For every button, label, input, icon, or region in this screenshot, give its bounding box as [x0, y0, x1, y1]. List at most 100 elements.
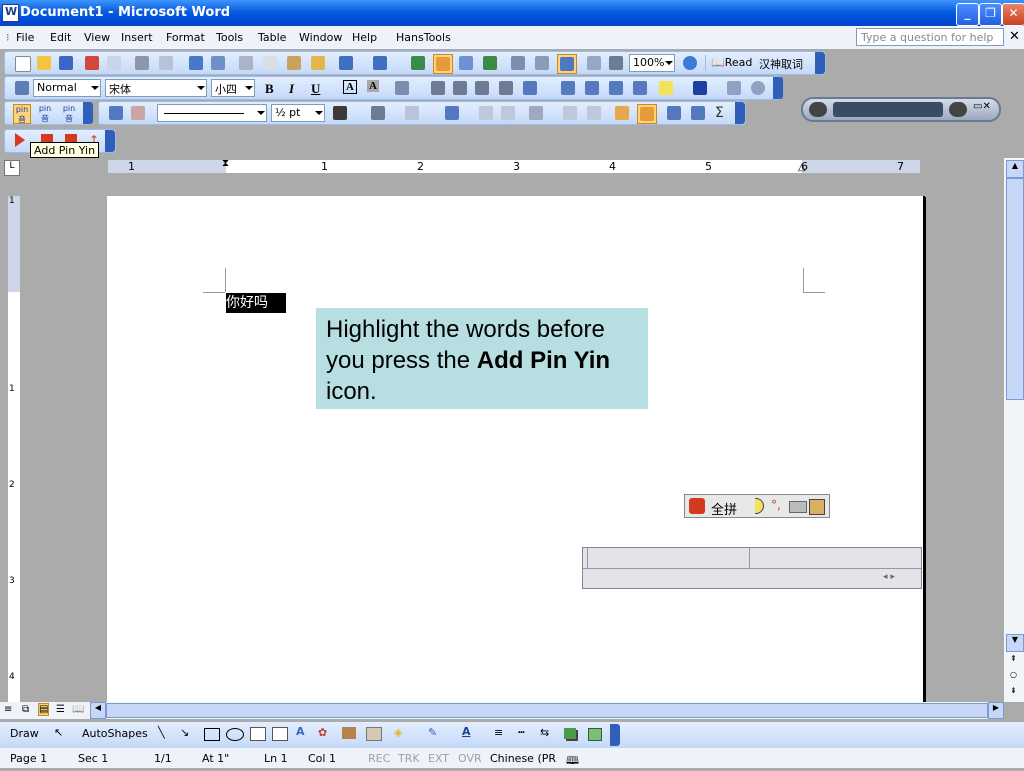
menu-tools[interactable]: Tools [216, 31, 243, 44]
toolbar-options-button[interactable] [83, 102, 93, 124]
scroll-right-button[interactable]: ▶ [988, 702, 1004, 719]
split-cells-button[interactable] [499, 104, 517, 122]
pinyin-button-2[interactable]: pin 音 [37, 104, 53, 124]
language-bar-icon[interactable] [809, 102, 827, 117]
minimize-language-bar-icon[interactable]: ▭✕ [973, 101, 991, 112]
ime-logo-icon[interactable] [689, 498, 705, 514]
open-button[interactable] [35, 54, 53, 72]
menu-hanstools[interactable]: HansTools [396, 31, 451, 44]
keyboard-icon[interactable] [789, 501, 807, 513]
line-spacing-button[interactable] [521, 79, 539, 97]
read-button[interactable]: 📖Read [711, 56, 752, 69]
reading-layout-button[interactable] [585, 54, 603, 72]
document-map-button[interactable] [557, 54, 577, 74]
vertical-ruler[interactable]: 1 1 2 3 4 [0, 178, 26, 702]
shading-color-button[interactable] [403, 104, 421, 122]
status-ovr[interactable]: OVR [458, 752, 482, 765]
language-tools-strip[interactable] [833, 102, 943, 117]
center-button[interactable] [451, 79, 469, 97]
menu-file[interactable]: File [16, 31, 34, 44]
ime-mode-label[interactable]: 全拼 [711, 499, 737, 518]
zoom-dropdown[interactable]: 100% [629, 54, 675, 72]
sort-ascending-button[interactable] [665, 104, 683, 122]
draw-table-button[interactable] [107, 104, 125, 122]
panel-scroll-arrows[interactable]: ◂ ▸ [883, 572, 895, 582]
research-button[interactable] [209, 54, 227, 72]
menu-window[interactable]: Window [299, 31, 342, 44]
italic-button[interactable]: I [289, 81, 294, 97]
align-right-button[interactable] [473, 79, 491, 97]
punctuation-icon[interactable]: °, [771, 498, 781, 512]
styles-pane-button[interactable] [13, 79, 31, 97]
table-autoformat-button[interactable] [613, 104, 631, 122]
diagram-icon[interactable]: ✿ [318, 726, 327, 739]
line-style-dropdown[interactable] [157, 104, 267, 122]
oval-tool-icon[interactable] [226, 728, 244, 741]
wordart-icon[interactable]: A [296, 725, 305, 738]
distribute-columns-button[interactable] [585, 104, 603, 122]
font-color-button[interactable] [691, 79, 709, 97]
tab-selector[interactable]: L [4, 160, 20, 176]
draw-menu-button[interactable]: Draw [10, 727, 39, 740]
line-tool-icon[interactable]: ╲ [158, 726, 165, 739]
email-button[interactable] [105, 54, 123, 72]
new-document-button[interactable] [13, 54, 31, 72]
print-button[interactable] [133, 54, 151, 72]
minimize-button[interactable]: _ [956, 3, 979, 26]
web-layout-icon[interactable]: ⧉ [22, 704, 29, 715]
increase-indent-button[interactable] [631, 79, 649, 97]
decrease-indent-button[interactable] [607, 79, 625, 97]
enclose-characters-button[interactable] [749, 79, 767, 97]
right-indent-marker[interactable]: △ [798, 162, 806, 173]
hyperlink-button[interactable] [409, 54, 427, 72]
pinyin-tool-2-button[interactable] [41, 134, 53, 142]
menu-edit[interactable]: Edit [50, 31, 71, 44]
eraser-button[interactable] [129, 104, 147, 122]
menu-format[interactable]: Format [166, 31, 205, 44]
reading-layout-icon[interactable]: 📖 [72, 704, 84, 715]
document-page[interactable]: 你好吗 [107, 196, 925, 716]
menubar-grip[interactable]: ⁝ [6, 31, 10, 44]
outline-view-icon[interactable]: ☰ [56, 704, 65, 715]
status-ext[interactable]: EXT [428, 752, 449, 765]
tables-borders-button[interactable] [433, 54, 453, 74]
fill-color-icon[interactable]: ◈ [394, 726, 402, 739]
distributed-button[interactable] [497, 79, 515, 97]
insert-table-dd-button[interactable] [443, 104, 461, 122]
paste-button[interactable] [285, 54, 303, 72]
autoshapes-menu-button[interactable]: AutoShapes [82, 727, 148, 740]
spelling-status-icon[interactable]: 🕮 [566, 752, 579, 771]
toolbar-options-button[interactable] [105, 130, 115, 152]
help-search-input[interactable]: Type a question for help [856, 28, 1004, 46]
select-objects-icon[interactable]: ↖ [54, 726, 63, 739]
hanshen-quci-button[interactable]: 汉神取词 [759, 56, 803, 72]
close-button[interactable]: ✕ [1002, 3, 1024, 26]
status-rec[interactable]: REC [368, 752, 390, 765]
print-preview-button[interactable] [157, 54, 175, 72]
style-dropdown[interactable]: Normal [33, 79, 101, 97]
character-border-button[interactable]: A [343, 80, 357, 94]
insert-excel-button[interactable] [481, 54, 499, 72]
scroll-left-button[interactable]: ◀ [90, 702, 106, 719]
restore-button[interactable]: ❐ [979, 3, 1002, 26]
font-color-icon[interactable]: A [462, 725, 471, 738]
horizontal-ruler[interactable]: L 1 1 2 3 4 5 6 7 ⧗ △ [4, 158, 1004, 176]
show-hide-button[interactable] [607, 54, 625, 72]
textbox-tool-icon[interactable] [250, 727, 266, 741]
toolbar-options-button[interactable] [735, 102, 745, 124]
copy-button[interactable] [261, 54, 279, 72]
columns-button[interactable] [509, 54, 527, 72]
align-left-button[interactable] [429, 79, 447, 97]
font-dropdown[interactable]: 宋体 [105, 79, 207, 97]
save-button[interactable] [57, 54, 75, 72]
menu-table[interactable]: Table [258, 31, 286, 44]
status-trk[interactable]: TRK [398, 752, 420, 765]
character-scaling-button[interactable] [393, 79, 411, 97]
picture-icon[interactable] [366, 727, 382, 741]
pinyin-button-3[interactable]: pin 音 [61, 104, 77, 124]
line-weight-dropdown[interactable]: ½ pt [271, 104, 325, 122]
shadow-style-icon[interactable] [564, 728, 576, 739]
clipart-icon[interactable] [342, 727, 356, 739]
rectangle-tool-icon[interactable] [204, 728, 220, 741]
distribute-rows-button[interactable] [561, 104, 579, 122]
